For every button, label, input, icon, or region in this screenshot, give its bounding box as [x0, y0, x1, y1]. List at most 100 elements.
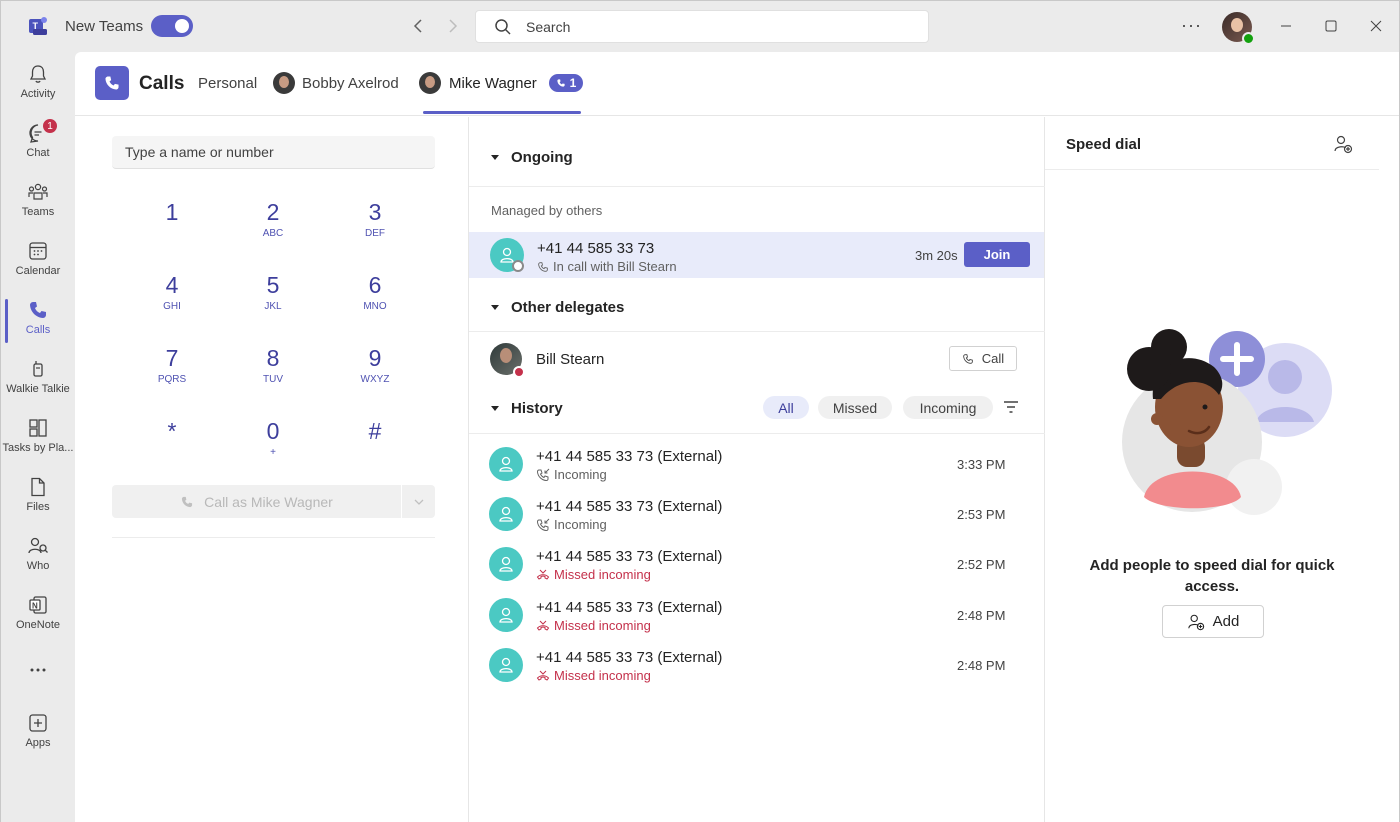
maximize-button[interactable] — [1320, 15, 1342, 37]
filter-icon[interactable] — [1003, 400, 1019, 414]
calls-header: Calls Personal Bobby Axelrod Mike Wagner… — [75, 52, 1399, 116]
history-time: 2:48 PM — [957, 608, 1006, 623]
join-button[interactable]: Join — [964, 242, 1030, 267]
rail-item-tasks[interactable]: Tasks by Pla... — [1, 411, 75, 469]
search-box[interactable]: Search — [475, 10, 929, 43]
add-label: Add — [1212, 613, 1240, 630]
dial-key-5[interactable]: 5 JKL — [233, 270, 313, 326]
history-type: Incoming — [536, 467, 607, 482]
rail-item-walkie-talkie[interactable]: Walkie Talkie — [1, 352, 75, 410]
rail-item-label: Walkie Talkie — [6, 383, 70, 395]
add-person-icon[interactable] — [1333, 134, 1353, 154]
rail-item-more[interactable] — [1, 650, 75, 708]
dial-key-8[interactable]: 8 TUV — [233, 343, 313, 399]
managed-by-others-label: Managed by others — [491, 203, 603, 218]
history-number: +41 44 585 33 73 (External) — [536, 448, 723, 465]
badge-count: 1 — [569, 76, 577, 90]
chevron-left-icon — [413, 19, 422, 33]
rail-item-who[interactable]: Who — [1, 529, 75, 587]
dial-key-star[interactable]: * — [132, 416, 212, 472]
dial-key-3[interactable]: 3 DEF — [335, 197, 415, 253]
incoming-call-icon — [536, 468, 550, 481]
add-speed-dial-button[interactable]: Add — [1162, 605, 1264, 638]
filter-all[interactable]: All — [763, 396, 809, 419]
rail-item-calls[interactable]: Calls — [1, 293, 75, 351]
user-avatar[interactable] — [1222, 12, 1255, 45]
call-as-button[interactable]: Call as Mike Wagner — [112, 485, 401, 518]
ongoing-section-toggle[interactable]: Ongoing — [491, 149, 573, 166]
dial-key-0[interactable]: 0 + — [233, 416, 313, 472]
rail-item-label: Who — [26, 560, 50, 572]
history-type: Incoming — [536, 517, 607, 532]
filter-missed[interactable]: Missed — [818, 396, 892, 419]
rail-item-label: Chat — [26, 147, 50, 159]
file-icon — [31, 477, 45, 497]
rail-item-label: Files — [26, 501, 50, 513]
history-section-toggle[interactable]: History — [491, 400, 563, 417]
calls-app-icon — [95, 66, 129, 100]
missed-call-icon — [536, 569, 550, 580]
bobby-axelrod-avatar — [273, 72, 295, 94]
filter-incoming[interactable]: Incoming — [903, 396, 993, 419]
rail-item-chat[interactable]: 1 Chat — [1, 116, 75, 174]
phone-icon — [30, 302, 46, 318]
call-delegate-button[interactable]: Call — [949, 346, 1017, 371]
delegate-name: Bill Stearn — [536, 351, 605, 368]
minimize-button[interactable] — [1275, 15, 1297, 37]
ongoing-heading: Ongoing — [511, 149, 573, 166]
rail-item-files[interactable]: Files — [1, 470, 75, 528]
rail-item-teams[interactable]: Teams — [1, 175, 75, 233]
contact-avatar — [489, 648, 523, 682]
rail-item-apps[interactable]: Apps — [1, 706, 75, 764]
phone-icon — [182, 496, 193, 507]
person-icon — [499, 607, 513, 623]
chevron-down-icon — [414, 499, 423, 505]
rail-item-label: Activity — [20, 88, 56, 100]
ongoing-number: +41 44 585 33 73 — [537, 240, 655, 257]
incoming-call-icon — [536, 518, 550, 531]
forward-button[interactable] — [442, 15, 464, 37]
more-icon — [30, 668, 46, 672]
history-time: 2:48 PM — [957, 658, 1006, 673]
svg-text:T: T — [33, 21, 39, 31]
rail-item-calendar[interactable]: Calendar — [1, 234, 75, 292]
dial-key-1[interactable]: 1 — [132, 197, 212, 253]
ongoing-call-row[interactable]: +41 44 585 33 73 In call with Bill Stear… — [469, 232, 1044, 278]
dial-key-9[interactable]: 9 WXYZ — [335, 343, 415, 399]
rail-item-label: Teams — [21, 206, 55, 218]
rail-item-onenote[interactable]: N OneNote — [1, 588, 75, 646]
contact-avatar — [489, 497, 523, 531]
history-time: 2:52 PM — [957, 557, 1006, 572]
call-label: Call — [981, 351, 1005, 366]
back-button[interactable] — [407, 15, 429, 37]
dial-key-hash[interactable]: # — [335, 416, 415, 472]
mike-wagner-avatar — [419, 72, 441, 94]
person-icon — [499, 456, 513, 472]
tab-bobby-axelrod[interactable]: Bobby Axelrod — [302, 75, 399, 92]
delegates-section-toggle[interactable]: Other delegates — [491, 299, 624, 316]
dial-key-4[interactable]: 4 GHI — [132, 270, 212, 326]
close-button[interactable] — [1365, 15, 1387, 37]
rail-item-label: Calendar — [15, 265, 61, 277]
dial-key-6[interactable]: 6 MNO — [335, 270, 415, 326]
rail-item-activity[interactable]: Activity — [1, 57, 75, 115]
teams-icon — [28, 183, 48, 200]
available-status-icon — [1242, 32, 1255, 45]
call-as-dropdown[interactable] — [402, 485, 435, 518]
new-teams-toggle[interactable] — [151, 15, 193, 37]
more-options-button[interactable]: ··· — [1181, 15, 1202, 36]
dial-key-7[interactable]: 7 PQRS — [132, 343, 212, 399]
missed-call-icon — [536, 670, 550, 681]
app-name: New Teams — [65, 18, 144, 35]
tab-mike-wagner[interactable]: Mike Wagner — [449, 75, 537, 92]
bell-icon — [29, 65, 47, 83]
number-input[interactable]: Type a name or number — [112, 136, 435, 169]
maximize-icon — [1325, 20, 1337, 32]
tab-personal[interactable]: Personal — [198, 75, 257, 92]
dial-key-2[interactable]: 2 ABC — [233, 197, 313, 253]
divider — [112, 537, 435, 538]
person-icon — [499, 556, 513, 572]
busy-status-icon — [513, 366, 525, 378]
history-type: Missed incoming — [536, 668, 651, 683]
history-number: +41 44 585 33 73 (External) — [536, 599, 723, 616]
